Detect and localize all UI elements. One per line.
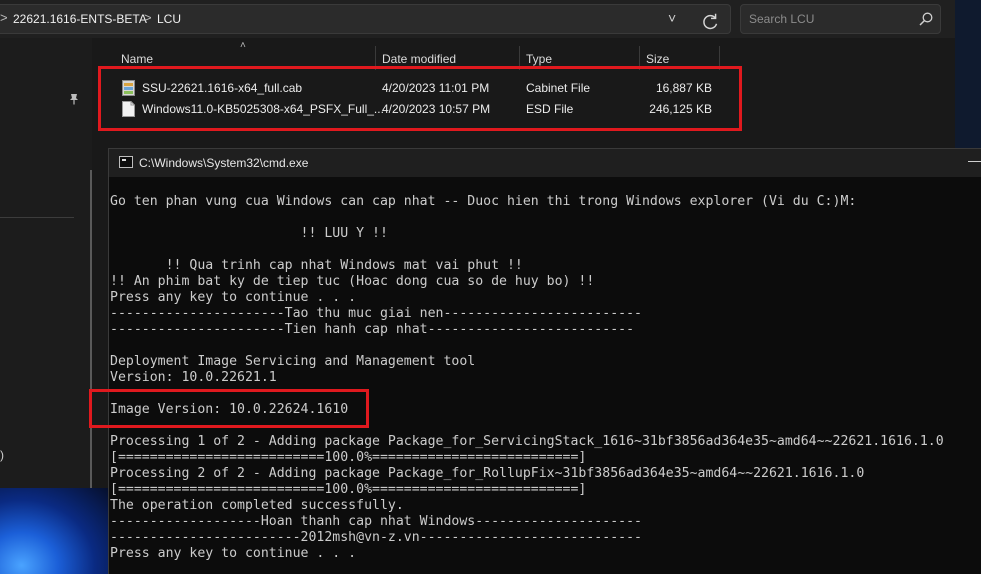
console-title: C:\Windows\System32\cmd.exe xyxy=(139,156,309,170)
search-input[interactable]: Search LCU xyxy=(740,4,941,34)
console-line: Go ten phan vung cua Windows can cap nha… xyxy=(110,194,857,209)
console-line: Deployment Image Servicing and Managemen… xyxy=(110,354,476,369)
console-line: !! LUU Y !! xyxy=(110,226,388,241)
address-history-chevron-icon[interactable]: ˅ xyxy=(668,10,676,26)
console-output: Go ten phan vung cua Windows can cap nha… xyxy=(110,194,980,562)
console-line: ------------------------2012msh@vn-z.vn-… xyxy=(110,530,642,545)
pin-icon[interactable] xyxy=(68,93,80,105)
console-line: !! Qua trinh cap nhat Windows mat vai ph… xyxy=(110,258,523,273)
column-header-size[interactable]: Size xyxy=(646,52,669,66)
column-header-name[interactable]: Name xyxy=(121,52,153,66)
breadcrumb-chevron-icon: > xyxy=(0,10,8,25)
column-header-date-modified[interactable]: Date modified xyxy=(382,52,456,66)
console-line: -------------------Hoan thanh cap nhat W… xyxy=(110,514,642,529)
console-line: Processing 1 of 2 - Adding package Packa… xyxy=(110,434,944,449)
search-placeholder: Search LCU xyxy=(749,12,815,26)
console-line: ----------------------Tao thu muc giai n… xyxy=(110,306,642,321)
breadcrumb-item-ents-beta[interactable]: 22621.1616-ENTS-BETA xyxy=(13,12,147,26)
sort-ascending-icon: ˄ xyxy=(240,40,246,51)
column-header-type[interactable]: Type xyxy=(526,52,552,66)
console-line: The operation completed successfully. xyxy=(110,498,404,513)
console-line: Press any key to continue . . . xyxy=(110,290,357,305)
breadcrumb-chevron-icon: > xyxy=(144,10,152,25)
cmd-icon xyxy=(119,156,133,168)
console-line: [==========================100.0%=======… xyxy=(110,482,587,497)
console-line: !! An phim bat ky de tiep tuc (Hoac dong… xyxy=(110,274,595,289)
console-line: Press any key to continue . . . xyxy=(110,546,357,561)
nav-item-partial[interactable]: ) xyxy=(0,448,4,462)
refresh-icon[interactable] xyxy=(700,11,722,33)
minimize-icon[interactable]: — xyxy=(968,152,981,168)
address-field[interactable]: > 22621.1616-ENTS-BETA > LCU ˅ xyxy=(0,4,731,34)
console-line: Version: 10.0.22621.1 xyxy=(110,370,277,385)
cmd-console-window[interactable]: C:\Windows\System32\cmd.exe — Go ten pha… xyxy=(108,148,981,574)
console-title-bar[interactable]: C:\Windows\System32\cmd.exe — xyxy=(109,149,981,177)
nav-divider xyxy=(0,217,74,218)
wallpaper-bloom xyxy=(0,488,108,574)
console-line: [==========================100.0%=======… xyxy=(110,450,587,465)
highlight-box-image-version xyxy=(89,389,369,428)
address-bar-area: > 22621.1616-ENTS-BETA > LCU ˅ Search LC… xyxy=(0,0,955,38)
console-line: Processing 2 of 2 - Adding package Packa… xyxy=(110,466,865,481)
breadcrumb-item-lcu[interactable]: LCU xyxy=(157,12,181,26)
console-line: ----------------------Tien hanh cap nhat… xyxy=(110,322,635,337)
nav-scrollbar[interactable] xyxy=(90,170,92,520)
search-icon[interactable] xyxy=(918,11,934,27)
highlight-box-files xyxy=(98,66,742,131)
